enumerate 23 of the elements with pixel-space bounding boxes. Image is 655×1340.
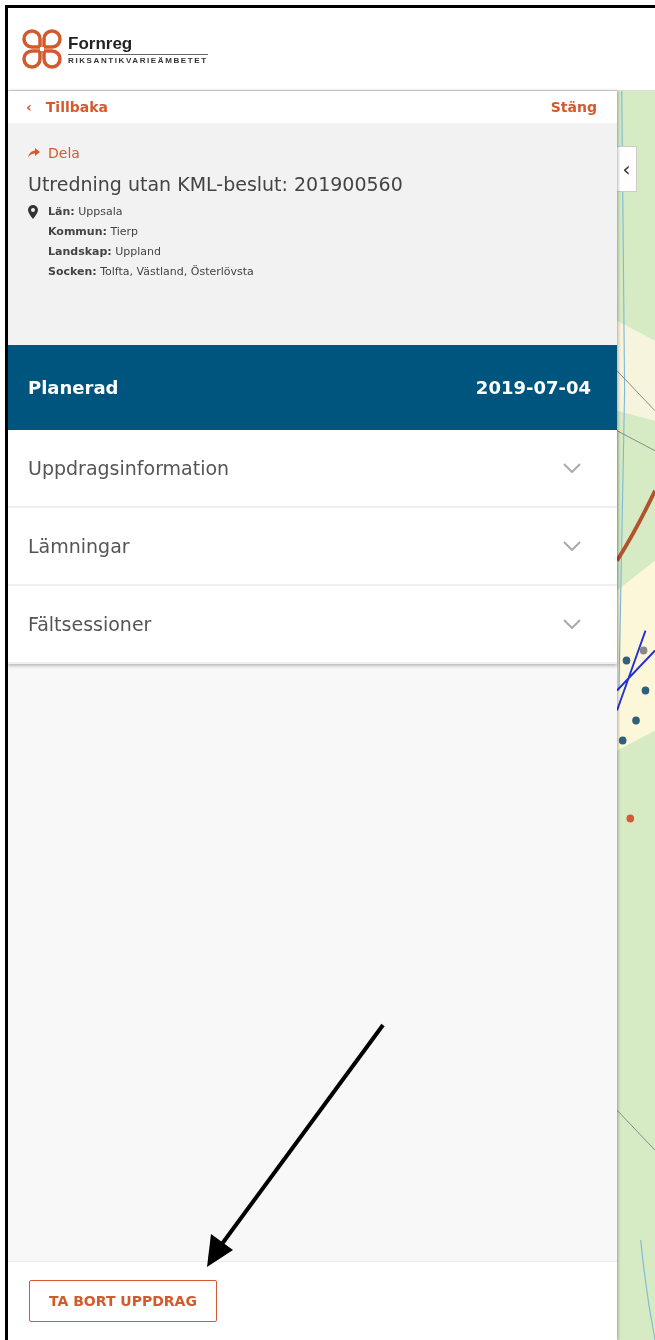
chevron-icon [563, 619, 581, 629]
accordion-header[interactable]: Fältsessioner [8, 586, 617, 664]
logo-name: Fornreg [68, 33, 134, 54]
location-field: Län: Uppsala [48, 205, 254, 218]
delete-button[interactable]: TA BORT UPPDRAG [29, 1280, 217, 1322]
chevron-icon [563, 463, 581, 473]
logo-subtitle: RIKSANTIKVARIEÄMBETET [68, 53, 208, 65]
location-field: Landskap: Uppland [48, 245, 254, 258]
collapse-button[interactable]: ‹ [617, 146, 637, 192]
chevron-icon [563, 541, 581, 551]
status-date: 2019-07-04 [475, 377, 591, 398]
accordion-header[interactable]: Uppdragsinformation [8, 430, 617, 508]
location-pin-icon [28, 205, 38, 219]
location-field: Socken: Tolfta, Västland, Österlövsta [48, 265, 254, 278]
location-field: Kommun: Tierp [48, 225, 254, 238]
share-arrow-icon [28, 148, 40, 158]
logo-icon [20, 27, 64, 71]
back-link[interactable]: ‹ Tillbaka [26, 99, 108, 115]
case-title: Utredning utan KML-beslut: 201900560 [28, 173, 404, 195]
accordion-header[interactable]: Lämningar [8, 508, 617, 586]
status-label: Planerad [28, 377, 119, 398]
close-link[interactable]: Stäng [550, 99, 597, 115]
share-link[interactable]: Dela [28, 145, 80, 161]
